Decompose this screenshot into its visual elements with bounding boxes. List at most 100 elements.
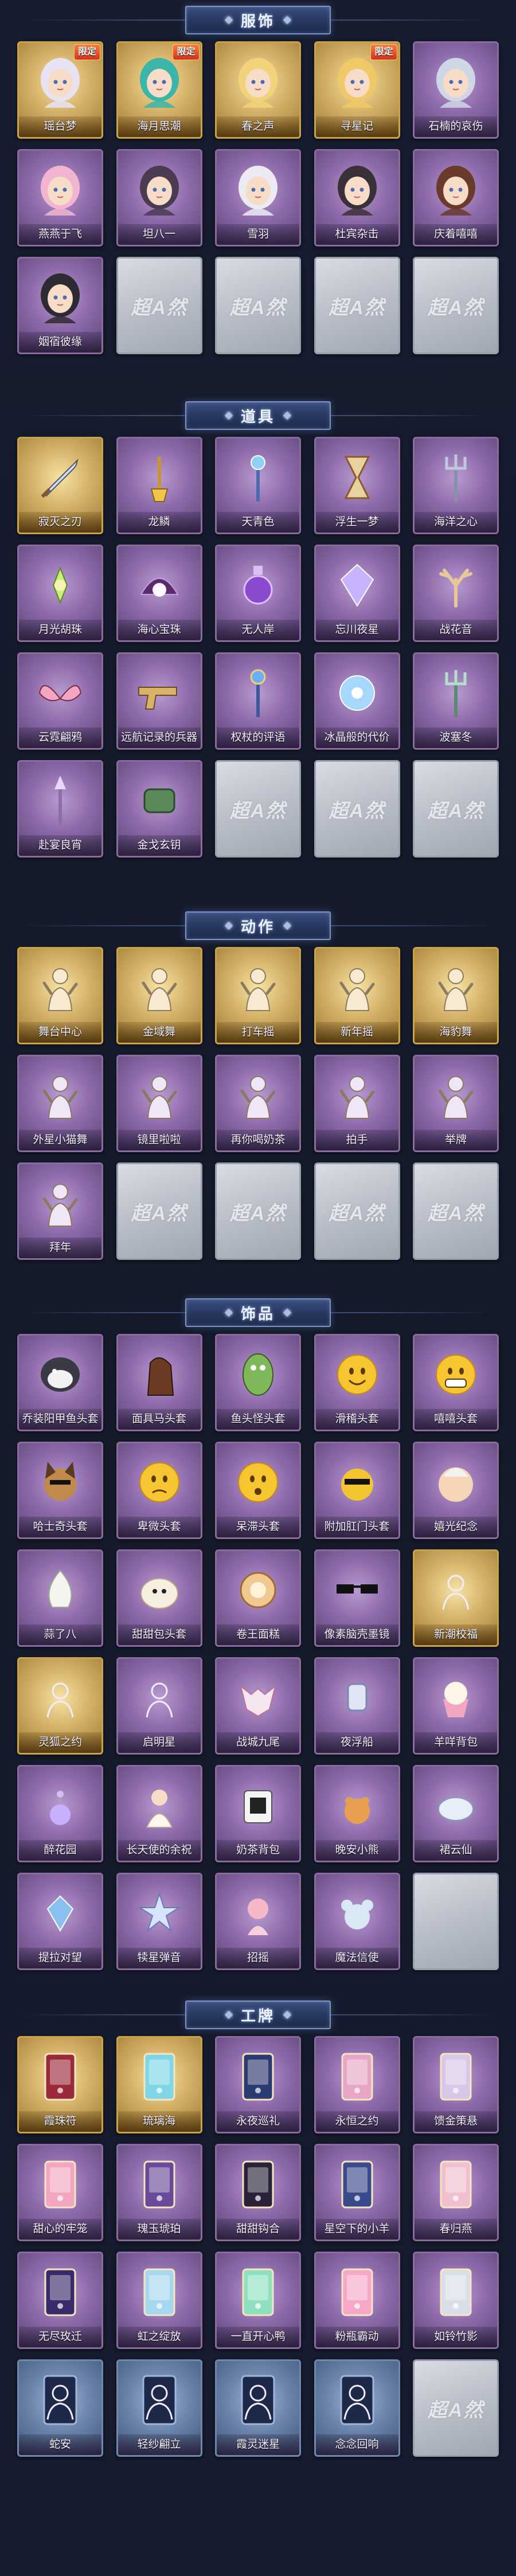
item-card[interactable]: 庆着嘻嘻	[413, 149, 499, 246]
item-card[interactable]: 嬉光纪念	[413, 1442, 499, 1539]
item-card[interactable]: 永恒之约	[314, 2036, 400, 2133]
item-card[interactable]: 甜甜钩合	[215, 2144, 301, 2241]
item-card[interactable]: 甜心的牢笼	[17, 2144, 103, 2241]
item-card[interactable]: 虹之绽放	[116, 2252, 202, 2349]
item-card[interactable]: 附加肛门头套	[314, 1442, 400, 1539]
item-card[interactable]: 蒜了八	[17, 1549, 103, 1647]
item-card[interactable]: 超A然	[116, 1162, 202, 1260]
item-card[interactable]: 无人岸	[215, 545, 301, 642]
item-card[interactable]: 轻纱翩立	[116, 2359, 202, 2457]
item-card[interactable]: 星空下的小羊	[314, 2144, 400, 2241]
item-card[interactable]: 永夜巡礼	[215, 2036, 301, 2133]
item-card[interactable]: 忘川夜星	[314, 545, 400, 642]
item-card[interactable]: 举牌	[413, 1055, 499, 1152]
item-card[interactable]: 鱼头怪头套	[215, 1334, 301, 1431]
item-card[interactable]: 超A然	[215, 257, 301, 354]
item-card[interactable]: 限定 瑶台梦	[17, 41, 103, 139]
item-card[interactable]: 超A然	[413, 760, 499, 858]
item-card[interactable]: 卑微头套	[116, 1442, 202, 1539]
item-card[interactable]: 甜甜包头套	[116, 1549, 202, 1647]
item-card[interactable]: 超A然	[314, 760, 400, 858]
item-card[interactable]: 再你喝奶茶	[215, 1055, 301, 1152]
item-card[interactable]: 拜年	[17, 1162, 103, 1260]
item-card[interactable]: 冰晶般的代价	[314, 652, 400, 750]
item-card[interactable]: 如铃竹影	[413, 2252, 499, 2349]
item-card[interactable]: 云霓翩鸦	[17, 652, 103, 750]
item-card[interactable]: 龙鳞	[116, 437, 202, 534]
item-card[interactable]: 杜宾杂击	[314, 149, 400, 246]
item-card[interactable]: 超A然	[215, 1162, 301, 1260]
item-card[interactable]: 赴宴良宵	[17, 760, 103, 858]
item-card[interactable]: 呆滞头套	[215, 1442, 301, 1539]
item-card[interactable]: 夜浮船	[314, 1657, 400, 1755]
item-card[interactable]: 月光胡珠	[17, 545, 103, 642]
item-card[interactable]: 战花音	[413, 545, 499, 642]
item-card[interactable]: 超A然	[413, 2359, 499, 2457]
item-card[interactable]: 招摇	[215, 1873, 301, 1970]
item-card[interactable]: 舞台中心	[17, 947, 103, 1044]
item-card[interactable]: 金域舞	[116, 947, 202, 1044]
item-card[interactable]: 魔法信使	[314, 1873, 400, 1970]
item-card[interactable]: 念念回响	[314, 2359, 400, 2457]
item-card[interactable]: 战城九尾	[215, 1657, 301, 1755]
item-card[interactable]	[413, 1873, 499, 1970]
item-card[interactable]: 滑稽头套	[314, 1334, 400, 1431]
item-card[interactable]: 霞灵迷星	[215, 2359, 301, 2457]
item-card[interactable]: 无尽玫迁	[17, 2252, 103, 2349]
item-card[interactable]: 姻宿彼缘	[17, 257, 103, 354]
item-card[interactable]: 限定 海月思潮	[116, 41, 202, 139]
item-card[interactable]: 琉璃海	[116, 2036, 202, 2133]
item-card[interactable]: 坦八一	[116, 149, 202, 246]
item-card[interactable]: 提拉对望	[17, 1873, 103, 1970]
item-card[interactable]: 卷王面糕	[215, 1549, 301, 1647]
item-card[interactable]: 波塞冬	[413, 652, 499, 750]
item-card[interactable]: 超A然	[314, 257, 400, 354]
item-card[interactable]: 海洋之心	[413, 437, 499, 534]
item-card[interactable]: 拍手	[314, 1055, 400, 1152]
item-card[interactable]: 长天使的余祝	[116, 1765, 202, 1862]
item-card[interactable]: 灵狐之约	[17, 1657, 103, 1755]
item-card[interactable]: 醉花园	[17, 1765, 103, 1862]
item-card[interactable]: 超A然	[314, 1162, 400, 1260]
item-card[interactable]: 天青色	[215, 437, 301, 534]
item-card[interactable]: 春之声	[215, 41, 301, 139]
item-card[interactable]: 新潮校福	[413, 1549, 499, 1647]
item-card[interactable]: 超A然	[116, 257, 202, 354]
item-card[interactable]: 镜里啦啦	[116, 1055, 202, 1152]
item-card[interactable]: 一直开心鸭	[215, 2252, 301, 2349]
item-card[interactable]: 打车摇	[215, 947, 301, 1044]
item-card[interactable]: 晚安小熊	[314, 1765, 400, 1862]
item-card[interactable]: 燕燕于飞	[17, 149, 103, 246]
item-card[interactable]: 哈士奇头套	[17, 1442, 103, 1539]
item-card[interactable]: 像素脑壳墨镜	[314, 1549, 400, 1647]
item-card[interactable]: 超A然	[413, 1162, 499, 1260]
item-card[interactable]: 蛇安	[17, 2359, 103, 2457]
item-card[interactable]: 雪羽	[215, 149, 301, 246]
item-card[interactable]: 嘻嘻头套	[413, 1334, 499, 1431]
item-card[interactable]: 奶茶背包	[215, 1765, 301, 1862]
item-card[interactable]: 馈金策悬	[413, 2036, 499, 2133]
item-card[interactable]: 羊咩背包	[413, 1657, 499, 1755]
item-card[interactable]: 远航记录的兵器	[116, 652, 202, 750]
item-card[interactable]: 金戈玄钥	[116, 760, 202, 858]
item-card[interactable]: 限定 寻星记	[314, 41, 400, 139]
item-card[interactable]: 面具马头套	[116, 1334, 202, 1431]
item-card[interactable]: 乔装阳甲鱼头套	[17, 1334, 103, 1431]
item-card[interactable]: 新年摇	[314, 947, 400, 1044]
item-card[interactable]: 超A然	[413, 257, 499, 354]
item-card[interactable]: 外星小猫舞	[17, 1055, 103, 1152]
item-card[interactable]: 超A然	[215, 760, 301, 858]
item-card[interactable]: 裙云仙	[413, 1765, 499, 1862]
item-card[interactable]: 浮生一梦	[314, 437, 400, 534]
item-card[interactable]: 霞珠符	[17, 2036, 103, 2133]
item-card[interactable]: 寂灭之刃	[17, 437, 103, 534]
item-card[interactable]: 权杖的评语	[215, 652, 301, 750]
item-card[interactable]: 春归燕	[413, 2144, 499, 2241]
item-card[interactable]: 犊星弹音	[116, 1873, 202, 1970]
item-card[interactable]: 粉瓶霸动	[314, 2252, 400, 2349]
item-card[interactable]: 海豹舞	[413, 947, 499, 1044]
item-card[interactable]: 瑰玉琥珀	[116, 2144, 202, 2241]
item-card[interactable]: 海心宝珠	[116, 545, 202, 642]
item-card[interactable]: 启明星	[116, 1657, 202, 1755]
item-card[interactable]: 石楠的哀伤	[413, 41, 499, 139]
